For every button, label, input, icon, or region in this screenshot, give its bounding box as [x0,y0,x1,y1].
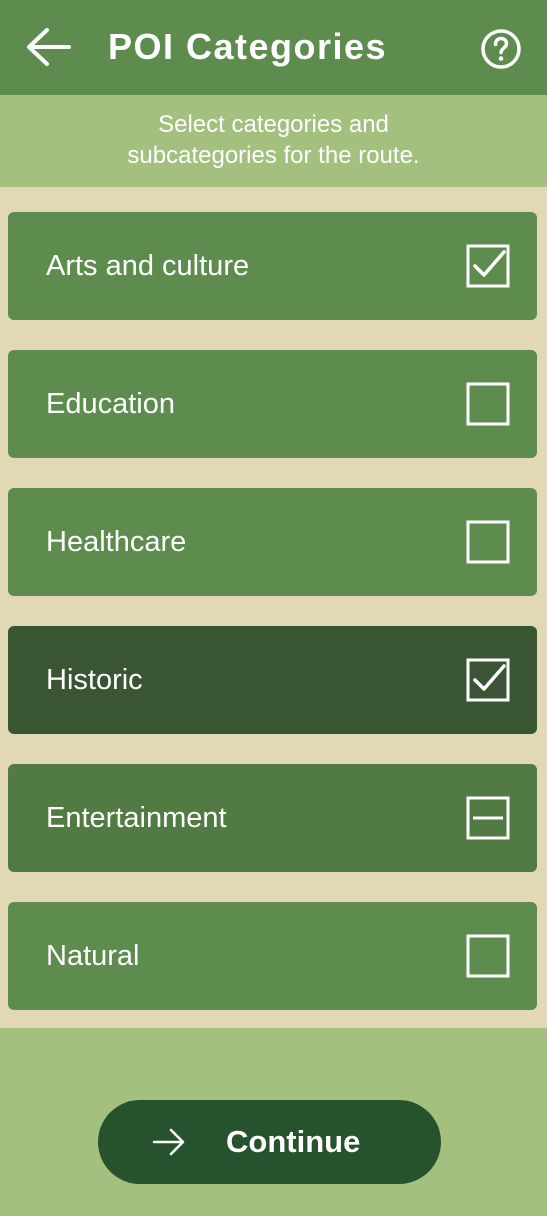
category-item-healthcare[interactable]: Healthcare [8,488,537,596]
checkbox-unchecked-icon[interactable] [466,520,510,564]
instructions-line-2: subcategories for the route. [127,142,420,169]
category-item-arts-and-culture[interactable]: Arts and culture [8,212,537,320]
arrow-left-icon [27,28,71,66]
category-label: Arts and culture [46,249,250,282]
category-list: Arts and culture Education Healthcare Hi… [0,187,547,1028]
checkbox-unchecked-icon[interactable] [466,382,510,426]
continue-button[interactable]: Continue [98,1100,441,1184]
back-button[interactable] [24,22,74,72]
arrow-right-icon [152,1128,185,1156]
category-item-historic[interactable]: Historic [8,626,537,734]
category-item-education[interactable]: Education [8,350,537,458]
checkbox-checked-icon[interactable] [466,244,510,288]
category-label: Historic [46,663,143,696]
continue-label: Continue [226,1124,361,1159]
category-label: Natural [46,939,140,972]
category-label: Healthcare [46,525,187,558]
checkbox-indeterminate-icon[interactable] [466,796,510,840]
help-circle-icon [481,29,521,69]
instructions: Select categories and subcategories for … [0,95,547,187]
instructions-line-1: Select categories and [158,111,389,138]
footer: Continue [0,1028,547,1216]
category-label: Education [46,387,175,420]
app-header: POI Categories [0,0,547,95]
checkbox-unchecked-icon[interactable] [466,934,510,978]
category-item-natural[interactable]: Natural [8,902,537,1010]
category-item-entertainment[interactable]: Entertainment [8,764,537,872]
page-title: POI Categories [108,26,388,67]
checkbox-checked-icon[interactable] [466,658,510,702]
category-label: Entertainment [46,801,227,834]
help-button[interactable] [478,26,524,72]
